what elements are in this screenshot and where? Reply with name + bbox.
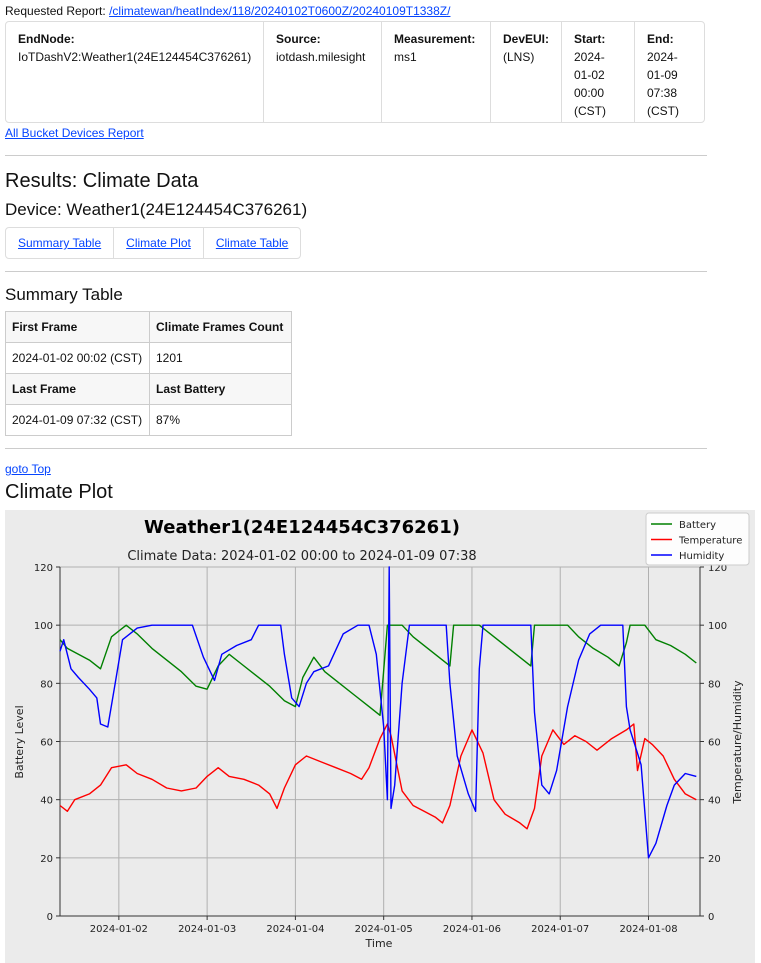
requested-report-label: Requested Report: (5, 4, 106, 18)
tab-climate-table[interactable]: Climate Table (204, 228, 300, 258)
section-tabs: Summary Table Climate Plot Climate Table (5, 227, 302, 259)
table-row: Last Frame Last Battery (5, 373, 292, 405)
y-axis-right-label: Temperature/Humidity (731, 680, 744, 805)
x-tick-label: 2024-01-04 (266, 924, 324, 935)
x-tick-label: 2024-01-03 (178, 924, 236, 935)
y-tick-label-right: 40 (708, 796, 721, 807)
summary-table-title: Summary Table (5, 285, 123, 304)
tab-summary-table[interactable]: Summary Table (6, 228, 115, 258)
chart-legend: Battery Temperature Humidity (645, 512, 750, 566)
y-tick-label-right: 60 (708, 738, 721, 749)
header-last-frame: Last Frame (5, 373, 150, 405)
goto-top-link[interactable]: goto Top (5, 462, 51, 476)
legend-label-humidity: Humidity (679, 551, 724, 562)
y-tick-label-left: 100 (34, 621, 53, 632)
y-tick-label-left: 0 (47, 912, 53, 923)
table-row: 2024-01-02 00:02 (CST) 1201 (5, 342, 292, 374)
climate-chart: 0 020 2040 4060 6080 80100 100120 1202024-01-02… (5, 510, 755, 963)
header-climate-frames-count: Climate Frames Count (149, 311, 292, 343)
chart-background (5, 510, 755, 963)
y-tick-label-left: 60 (40, 738, 53, 749)
header-last-battery: Last Battery (149, 373, 292, 405)
y-tick-label-right: 0 (708, 912, 714, 923)
table-row: First Frame Climate Frames Count (5, 311, 292, 343)
header-first-frame: First Frame (5, 311, 150, 343)
param-endnode: EndNode: IoTDashV2:Weather1(24E124454C37… (6, 22, 264, 122)
climate-plot-title: Climate Plot (5, 481, 113, 503)
report-parameters: EndNode: IoTDashV2:Weather1(24E124454C37… (5, 21, 705, 123)
chart-subtitle: Climate Data: 2024-01-02 00:00 to 2024-0… (127, 549, 476, 564)
last-frame-value: 2024-01-09 07:32 (CST) (5, 404, 150, 436)
x-tick-label: 2024-01-07 (531, 924, 589, 935)
param-measurement: Measurement: ms1 (382, 22, 491, 122)
climate-frames-count-value: 1201 (149, 342, 292, 374)
x-tick-label: 2024-01-02 (90, 924, 148, 935)
param-end: End: 2024- 01-09 07:38 (CST) (647, 32, 679, 118)
param-deveui: DevEUI: (LNS) (491, 22, 562, 122)
y-tick-label-left: 120 (34, 563, 53, 574)
y-tick-label-right: 80 (708, 679, 721, 690)
first-frame-value: 2024-01-02 00:02 (CST) (5, 342, 150, 374)
x-tick-label: 2024-01-08 (619, 924, 677, 935)
divider (5, 448, 707, 449)
x-axis-label: Time (365, 937, 393, 950)
climate-plot: 0 0 20 20 40 40 60 60 80 80 100 100 120 120 2024-01-02… (5, 510, 755, 963)
y-axis-left-label: Battery Level (13, 705, 26, 778)
requested-report: Requested Report: /climatewan/heatIndex/… (5, 4, 450, 18)
y-tick-label-right: 100 (708, 621, 727, 632)
legend-label-battery: Battery (679, 520, 716, 531)
table-row: 2024-01-09 07:32 (CST) 87% (5, 404, 292, 436)
requested-report-link[interactable]: /climatewan/heatIndex/118/20240102T0600Z… (109, 4, 450, 18)
y-tick-label-left: 80 (40, 679, 53, 690)
tab-climate-plot[interactable]: Climate Plot (114, 228, 204, 258)
x-tick-label: 2024-01-05 (355, 924, 413, 935)
legend-label-temperature: Temperature (678, 536, 742, 547)
results-title: Results: Climate Data (5, 170, 199, 192)
device-title: Device: Weather1(24E124454C376261) (5, 200, 308, 219)
divider (5, 155, 707, 156)
all-bucket-devices-link[interactable]: All Bucket Devices Report (5, 126, 144, 140)
divider (5, 271, 707, 272)
y-tick-label-right: 20 (708, 854, 721, 865)
x-tick-label: 2024-01-06 (443, 924, 501, 935)
param-source: Source: iotdash.milesight (264, 22, 382, 122)
chart-title: Weather1(24E124454C376261) (144, 517, 460, 538)
y-tick-label-left: 40 (40, 796, 53, 807)
summary-table: First Frame Climate Frames Count 2024-01… (5, 311, 292, 436)
last-battery-value: 87% (149, 404, 292, 436)
param-start: Start: 2024- 01-02 00:00 (CST) (562, 22, 635, 122)
y-tick-label-left: 20 (40, 854, 53, 865)
